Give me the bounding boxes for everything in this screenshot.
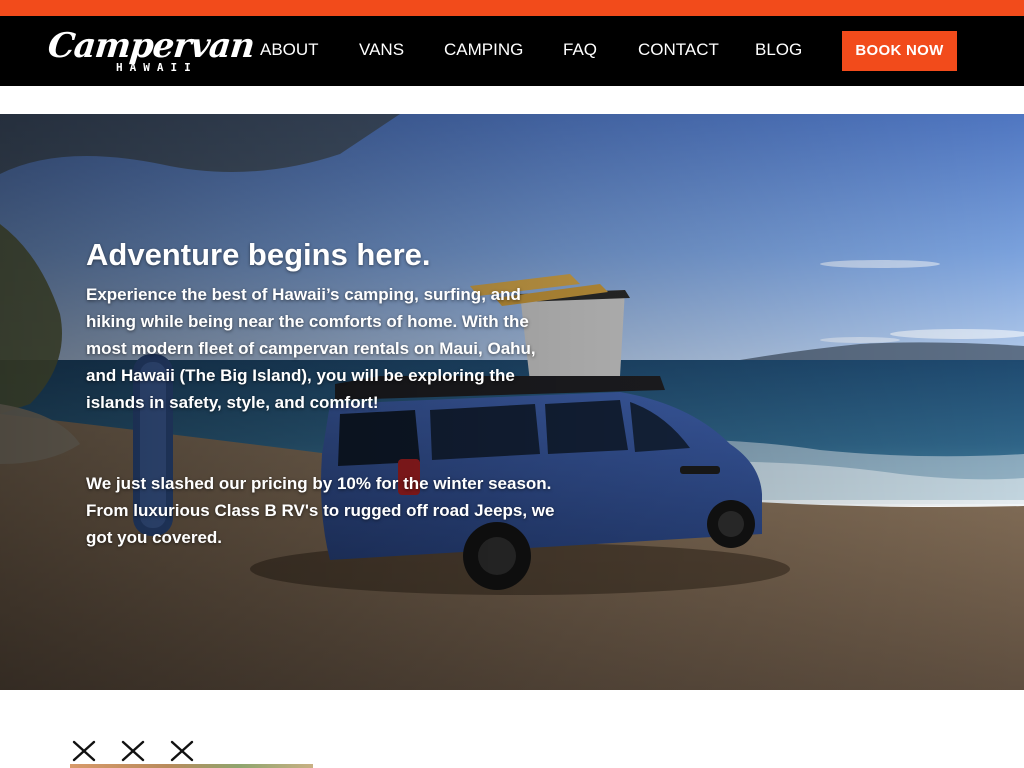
content-section — [0, 690, 1024, 768]
content-image-top-edge — [70, 764, 313, 768]
nav-link-faq[interactable]: FAQ — [563, 40, 597, 60]
nav-link-about[interactable]: ABOUT — [260, 40, 319, 60]
hero-title: Adventure begins here. — [86, 237, 431, 272]
main-navbar: Campervan HAWAII ABOUT VANS CAMPING FAQ … — [0, 16, 1024, 86]
nav-link-contact[interactable]: CONTACT — [638, 40, 719, 60]
x-mark-icon — [72, 740, 194, 762]
hero-section: Adventure begins here. Experience the be… — [0, 114, 1024, 690]
site-logo[interactable]: Campervan HAWAII — [46, 26, 256, 78]
logo-sub-text: HAWAII — [116, 61, 198, 74]
hero-intro-paragraph: Experience the best of Hawaii’s camping,… — [86, 285, 536, 412]
nav-link-camping[interactable]: CAMPING — [444, 40, 523, 60]
nav-link-blog[interactable]: BLOG — [755, 40, 802, 60]
top-accent-strip — [0, 0, 1024, 16]
logo-script-text: Campervan — [45, 26, 256, 66]
book-now-button[interactable]: BOOK NOW — [842, 31, 957, 71]
hero-promo-paragraph: We just slashed our pricing by 10% for t… — [86, 474, 555, 547]
nav-link-vans[interactable]: VANS — [359, 40, 404, 60]
